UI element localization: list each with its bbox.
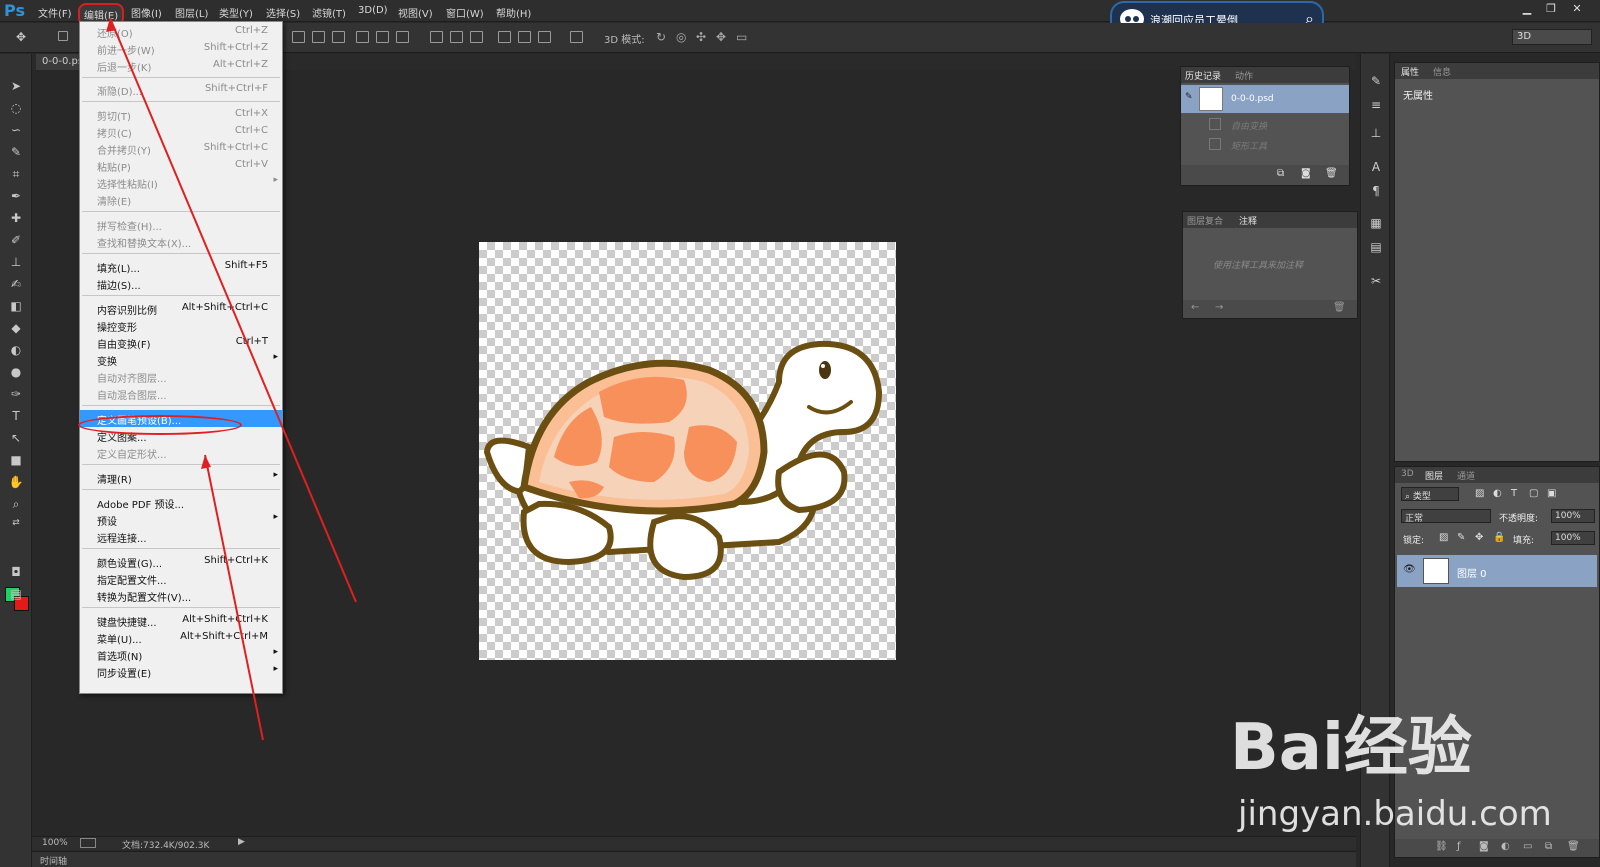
- photoshop-window: Ps 文件(F) 编辑(E) 图像(I) 图层(L) 类型(Y) 选择(S) 滤…: [0, 0, 1600, 867]
- annotation-arrow-line: [109, 17, 357, 603]
- annotation-arrowhead: [201, 455, 211, 469]
- baidu-watermark-logo: Bai经验: [1230, 711, 1472, 785]
- baidu-watermark-url: jingyan.baidu.com: [1238, 794, 1552, 834]
- annotation-arrow-line: [204, 454, 264, 741]
- annotation-arrowhead: [106, 18, 116, 32]
